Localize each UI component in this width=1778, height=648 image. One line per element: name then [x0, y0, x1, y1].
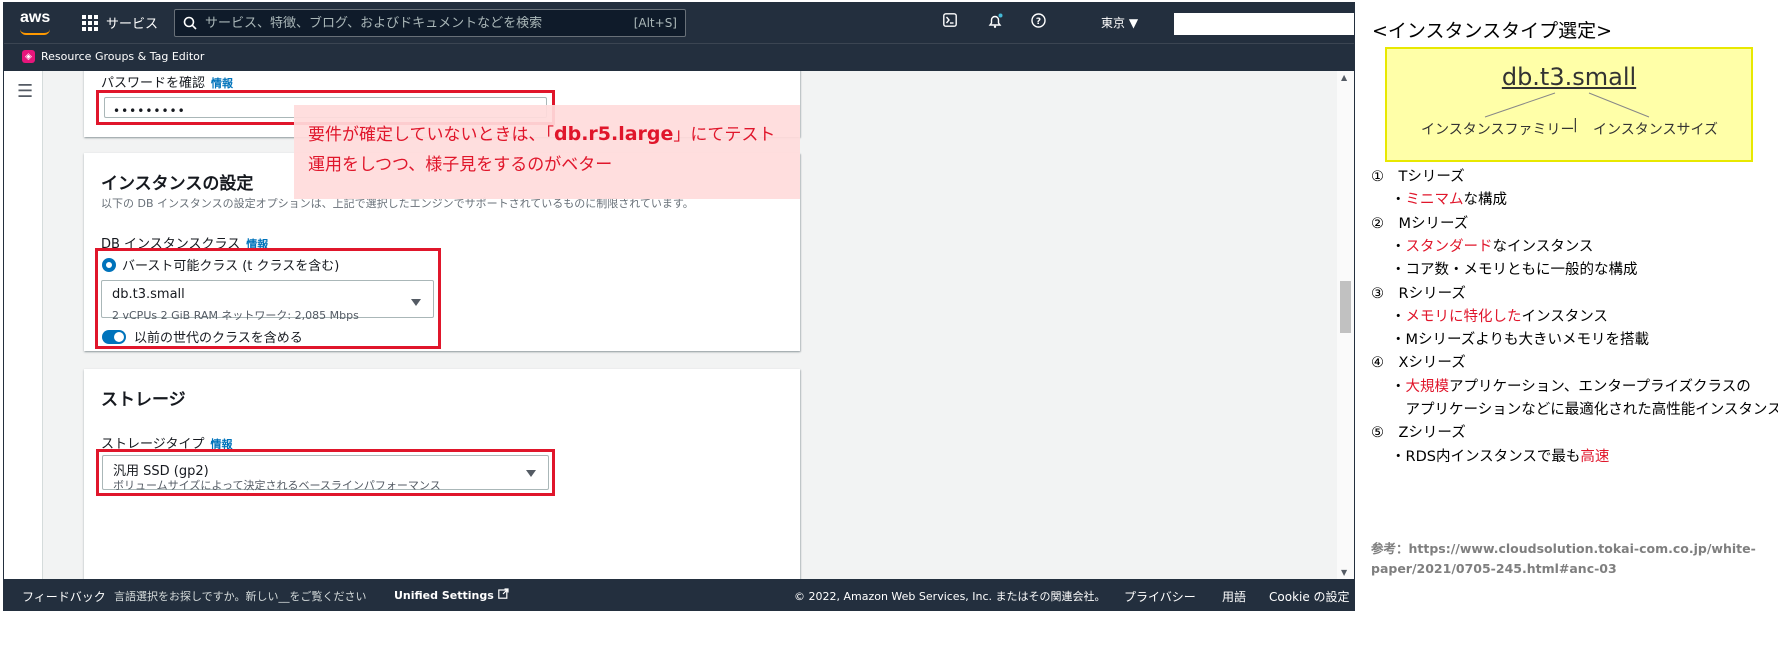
instance-type-notes: <インスタンスタイプ選定> db.t3.small インスタンスファミリー | …: [1357, 2, 1778, 611]
series-detail-red: スタンダード: [1405, 238, 1493, 255]
search-shortcut-hint: [Alt+S]: [633, 16, 677, 30]
series-detail-pre: ・: [1391, 192, 1406, 209]
search-icon: [183, 16, 197, 30]
resource-groups-label: Resource Groups & Tag Editor: [41, 50, 205, 63]
diagram-separator: |: [1573, 117, 1578, 133]
recommendation-callout: 要件が確定していないときは、「db.r5.large」にてテスト運用をしつつ、様…: [294, 105, 800, 199]
series-detail-line: ・ミニマムな構成: [1391, 188, 1507, 209]
scroll-down-icon[interactable]: ▼: [1341, 568, 1347, 577]
series-detail-red: 高速: [1580, 448, 1610, 465]
hamburger-menu-icon[interactable]: ☰: [17, 81, 33, 102]
storage-panel: ストレージ ストレージタイプ 情報 汎用 SSD (gp2) ボリュームサイズによ…: [84, 369, 800, 579]
series-detail-line: ・大規模アプリケーション、エンタープライズクラスの: [1391, 375, 1751, 396]
feedback-link[interactable]: フィードバック: [22, 588, 106, 605]
callout-emphasis: db.r5.large: [554, 123, 674, 145]
storage-title: ストレージ: [101, 390, 186, 410]
language-prompt-text: 言語選択をお探しですか。新しい__をご覧ください: [114, 590, 367, 603]
storage-type-description: ボリュームサイズによって決定されるベースラインパフォーマンス: [113, 479, 441, 492]
burstable-class-label: バースト可能クラス (t クラスを含む): [122, 259, 340, 274]
account-menu-redacted[interactable]: [1174, 13, 1354, 35]
cloudshell-icon[interactable]: [943, 13, 957, 31]
services-label: サービス: [106, 17, 159, 32]
terms-link[interactable]: 用語: [1222, 588, 1246, 605]
series-heading: ④ Xシリーズ: [1371, 355, 1466, 372]
previous-generation-label: 以前の世代のクラスを含める: [134, 331, 303, 346]
aws-logo[interactable]: aws: [20, 9, 51, 35]
series-heading: ③ Rシリーズ: [1371, 285, 1466, 302]
series-detail-line: ・コア数・メモリともに一般的な構成: [1391, 258, 1638, 279]
series-detail-red: ミニマム: [1405, 192, 1464, 209]
series-heading: ⑤ Zシリーズ: [1371, 425, 1466, 442]
series-detail-post: なインスタンス: [1492, 238, 1594, 255]
series-detail-pre: ・Mシリーズよりも大きいメモリを搭載: [1391, 332, 1649, 349]
aws-logo-text: aws: [20, 9, 51, 26]
secondary-navigation-bar: ◈ Resource Groups & Tag Editor: [4, 43, 1354, 71]
series-detail-post: アプリケーション、エンタープライズクラスの: [1449, 378, 1751, 395]
scroll-thumb[interactable]: [1340, 281, 1351, 333]
resource-groups-icon: ◈: [22, 50, 35, 63]
svg-text:?: ?: [1036, 17, 1041, 27]
instance-settings-title: インスタンスの設定: [101, 174, 254, 194]
radio-selected-icon: [102, 257, 116, 272]
storage-type-highlight-box: 汎用 SSD (gp2) ボリュームサイズによって決定されるベースラインパフォー…: [96, 449, 555, 496]
copyright-text: © 2022, Amazon Web Services, Inc. またはその関…: [794, 590, 1106, 603]
instance-class-value: db.t3.small: [112, 287, 185, 302]
toggle-on-icon: [102, 329, 126, 344]
series-heading: ② Mシリーズ: [1371, 215, 1469, 232]
top-navigation-bar: aws サービス [Alt+S] ? 東京 ▼: [4, 3, 1354, 43]
series-detail-pre: ・: [1391, 378, 1406, 395]
notes-title: <インスタンスタイプ選定>: [1372, 20, 1613, 42]
console-footer: フィードバック 言語選択をお探しですか。新しい__をご覧ください Unified…: [4, 579, 1354, 610]
privacy-link[interactable]: プライバシー: [1124, 588, 1196, 605]
callout-text-before: 要件が確定していないときは、「: [308, 125, 554, 145]
services-menu-button[interactable]: サービス: [82, 13, 158, 32]
series-detail-pre: ・: [1391, 308, 1406, 325]
page-scrollbar[interactable]: ▲ ▼: [1337, 71, 1354, 579]
scroll-up-icon[interactable]: ▲: [1341, 73, 1347, 82]
series-detail-post: インスタンス: [1521, 308, 1608, 325]
series-detail-pre: ・: [1391, 238, 1406, 255]
burstable-class-radio[interactable]: バースト可能クラス (t クラスを含む): [102, 255, 339, 274]
reference-link[interactable]: 参考：https://www.cloudsolution.tokai-com.c…: [1371, 539, 1771, 579]
series-detail-red: メモリに特化した: [1405, 308, 1522, 325]
instance-size-label: インスタンスサイズ: [1593, 122, 1719, 138]
instance-class-select[interactable]: db.t3.small 2 vCPUs 2 GiB RAM ネットワーク: 2,…: [101, 280, 434, 322]
help-icon[interactable]: ?: [1031, 13, 1046, 32]
bell-icon[interactable]: [987, 13, 1003, 33]
series-detail-line: ・RDS内インスタンスで最も高速: [1391, 445, 1609, 466]
confirm-password-label-text: パスワードを確認: [101, 76, 206, 91]
aws-console-window: aws サービス [Alt+S] ? 東京 ▼ ◈ Resource Group…: [3, 2, 1355, 611]
series-detail-line: ・メモリに特化したインスタンス: [1391, 305, 1608, 326]
instance-class-specs: 2 vCPUs 2 GiB RAM ネットワーク: 2,085 Mbps: [112, 309, 359, 322]
series-detail-line: ・Mシリーズよりも大きいメモリを搭載: [1391, 328, 1649, 349]
series-detail-pre: アプリケーションなどに最適化された高性能インスタンス: [1391, 402, 1778, 418]
series-detail-red: 大規模: [1405, 378, 1450, 395]
unified-settings-link[interactable]: Unified Settings: [394, 588, 509, 602]
instance-family-label: インスタンスファミリー: [1421, 122, 1575, 138]
resource-groups-link[interactable]: ◈ Resource Groups & Tag Editor: [22, 50, 204, 63]
series-detail-line: ・スタンダードなインスタンス: [1391, 235, 1593, 256]
storage-type-select[interactable]: 汎用 SSD (gp2) ボリュームサイズによって決定されるベースラインパフォー…: [102, 455, 549, 492]
side-navigation-rail: ☰: [4, 71, 43, 579]
previous-generation-toggle[interactable]: 以前の世代のクラスを含める: [102, 327, 303, 346]
diagram-connector-lines: [1484, 92, 1650, 118]
aws-smile-icon: [20, 29, 50, 35]
unified-settings-label: Unified Settings: [394, 589, 494, 602]
cookie-settings-link[interactable]: Cookie の設定: [1269, 588, 1350, 605]
caret-down-icon: [526, 470, 536, 477]
search-bar[interactable]: [Alt+S]: [174, 9, 686, 37]
series-detail-pre: ・RDS内インスタンスで最も: [1391, 448, 1581, 465]
caret-down-icon: [411, 299, 421, 306]
confirm-password-label: パスワードを確認 情報: [101, 72, 233, 91]
series-detail-post: な構成: [1463, 192, 1508, 209]
search-input[interactable]: [205, 15, 626, 31]
grid-icon: [82, 14, 98, 31]
series-heading: ① Tシリーズ: [1371, 169, 1465, 185]
region-selector[interactable]: 東京 ▼: [1101, 14, 1138, 31]
series-detail-line: アプリケーションなどに最適化された高性能インスタンス: [1391, 398, 1778, 419]
password-info-link[interactable]: 情報: [211, 77, 233, 90]
instance-type-diagram: db.t3.small インスタンスファミリー | インスタンスサイズ: [1385, 47, 1753, 162]
series-detail-pre: ・コア数・メモリともに一般的な構成: [1391, 262, 1638, 279]
external-link-icon: [497, 588, 509, 599]
